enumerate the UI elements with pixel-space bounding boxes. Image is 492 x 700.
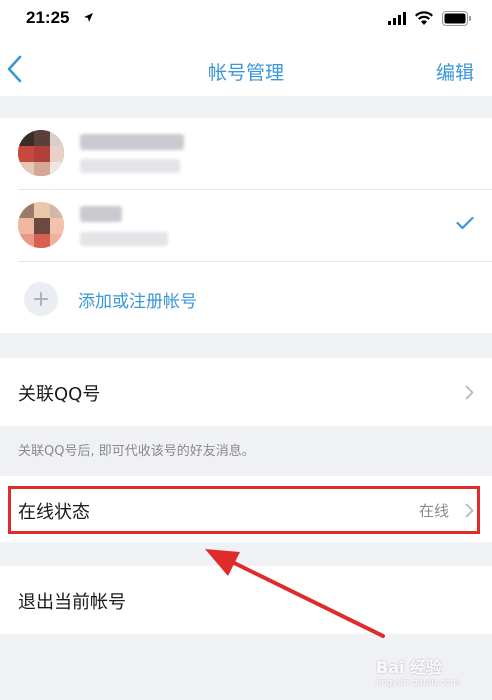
add-account-button[interactable]: [24, 282, 58, 316]
checkmark-icon: [456, 216, 474, 230]
wifi-icon: [415, 11, 433, 25]
avatar: [18, 130, 64, 176]
account-row[interactable]: [0, 118, 492, 190]
link-qq-row[interactable]: 关联QQ号: [0, 358, 492, 426]
status-bar: 21:25: [0, 0, 492, 42]
status-time: 21:25: [26, 8, 70, 27]
account-name-redacted: [80, 134, 184, 150]
logout-row[interactable]: 退出当前帐号: [0, 566, 492, 634]
chevron-right-icon: [465, 385, 474, 400]
avatar: [18, 202, 64, 248]
battery-icon: [442, 11, 471, 26]
logout-label: 退出当前帐号: [18, 592, 126, 613]
edit-button[interactable]: 编辑: [436, 58, 474, 85]
annotation-highlight-box: [8, 486, 480, 534]
location-arrow-icon: [84, 13, 93, 22]
navigation-bar: 帐号管理 编辑: [0, 42, 492, 96]
plus-icon: [34, 292, 48, 306]
add-account-label[interactable]: 添加或注册帐号: [78, 287, 197, 312]
watermark-logo: Bai 经验: [376, 658, 443, 677]
accounts-list: 添加或注册帐号: [0, 118, 492, 333]
divider: [18, 261, 492, 262]
page-title: 帐号管理: [207, 62, 284, 84]
link-qq-label: 关联QQ号: [18, 384, 101, 405]
account-row[interactable]: [0, 190, 492, 262]
cellular-signal-icon: [388, 12, 406, 25]
account-id-redacted: [80, 159, 180, 173]
account-name-redacted: [80, 206, 122, 222]
link-qq-note: 关联QQ号后, 即可代收该号的好友消息。: [18, 444, 255, 459]
account-id-redacted: [80, 232, 168, 246]
watermark-url: jingyan.baidu.com: [376, 678, 460, 688]
